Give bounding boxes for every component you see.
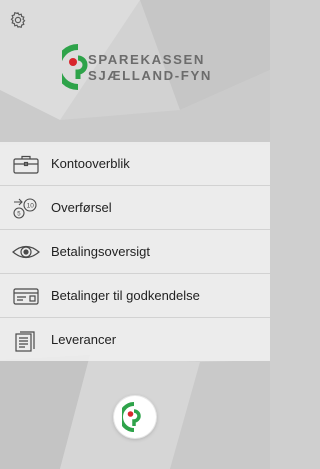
menu-label-kontooverblik: Kontooverblik [51,156,130,171]
svg-text:10: 10 [27,202,35,209]
menu-item-betalingsoversigt[interactable]: Betalingsoversigt [0,230,270,273]
menu-label-betalinger-til-godkendelse: Betalinger til godkendelse [51,288,200,303]
menu-label-leverancer: Leverancer [51,332,117,347]
settings-gear-icon[interactable] [9,11,27,29]
eye-icon [12,245,40,258]
bank-name-line1: SPAREKASSEN [88,52,206,67]
menu-item-overforsel[interactable]: 10 5 Overførsel [0,186,270,229]
menu-label-overforsel: Overførsel [51,200,112,215]
menu-item-leverancer[interactable]: Leverancer [0,318,270,361]
bank-name-line2: SJÆLLAND-FYN [88,68,212,83]
bank-name: SPAREKASSEN SJÆLLAND-FYN [88,52,212,84]
logo-home-button[interactable] [114,396,156,438]
main-menu: Kontooverblik 10 5 Overførsel Betalingso… [0,142,270,362]
menu-item-betalinger-til-godkendelse[interactable]: Betalinger til godkendelse [0,274,270,317]
menu-item-kontooverblik[interactable]: Kontooverblik [0,142,270,185]
menu-label-betalingsoversigt: Betalingsoversigt [51,244,150,259]
coins-transfer-icon: 10 5 [13,197,37,219]
briefcase-icon [13,155,39,174]
svg-text:5: 5 [17,211,21,217]
documents-icon [15,330,35,352]
payment-card-icon [13,287,39,305]
sparekassen-logo-small-icon [122,402,141,432]
